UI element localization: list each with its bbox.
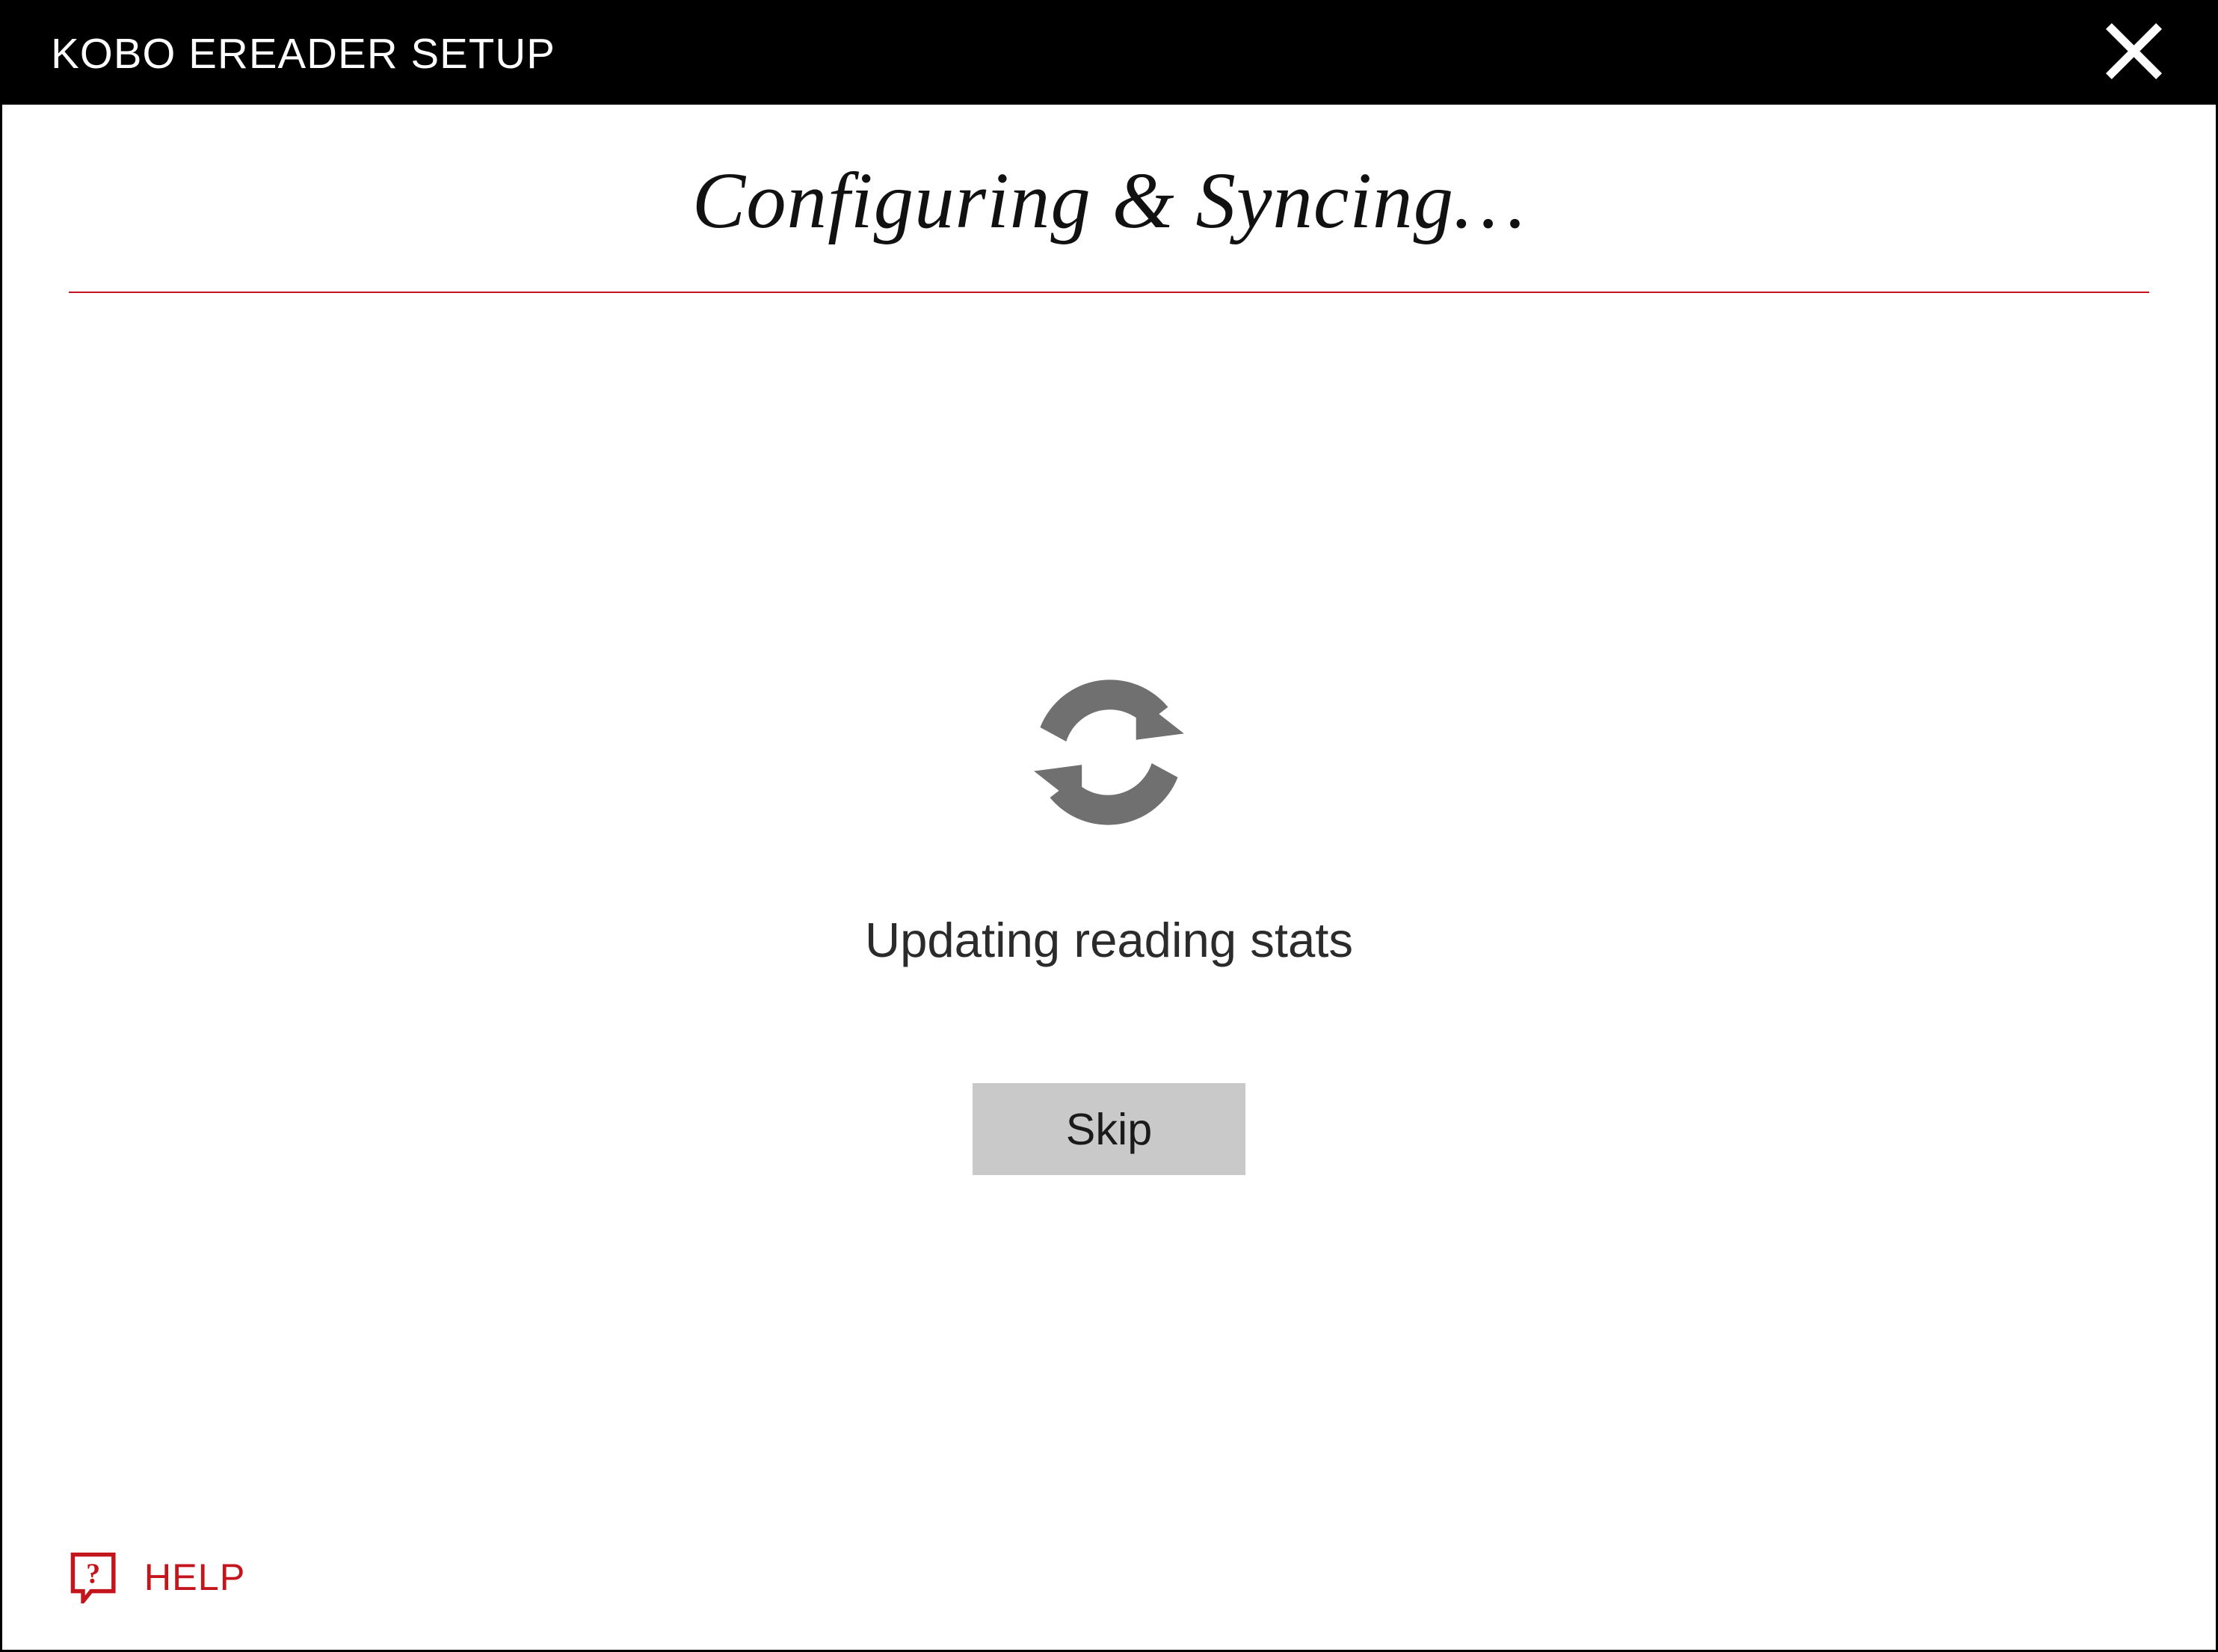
content-area: Configuring & Syncing… [2,105,2216,1650]
svg-text:?: ? [86,1559,100,1590]
sync-status-text: Updating reading stats [865,912,1353,968]
titlebar: KOBO EREADER SETUP [2,2,2216,105]
sync-arrows-icon [1005,648,1213,857]
app-window: KOBO EREADER SETUP Configuring & Syncing… [0,0,2218,1652]
skip-button[interactable]: Skip [973,1083,1245,1174]
help-label: HELP [144,1555,246,1599]
close-button[interactable] [2101,20,2167,87]
page-heading: Configuring & Syncing… [692,155,1526,247]
window-title: KOBO EREADER SETUP [51,29,555,78]
sync-block: Updating reading stats Skip [865,648,1353,1175]
heading-divider [69,292,2149,293]
help-bubble-icon: ? [69,1550,117,1603]
close-icon [2101,18,2167,88]
help-link[interactable]: ? HELP [69,1550,246,1603]
